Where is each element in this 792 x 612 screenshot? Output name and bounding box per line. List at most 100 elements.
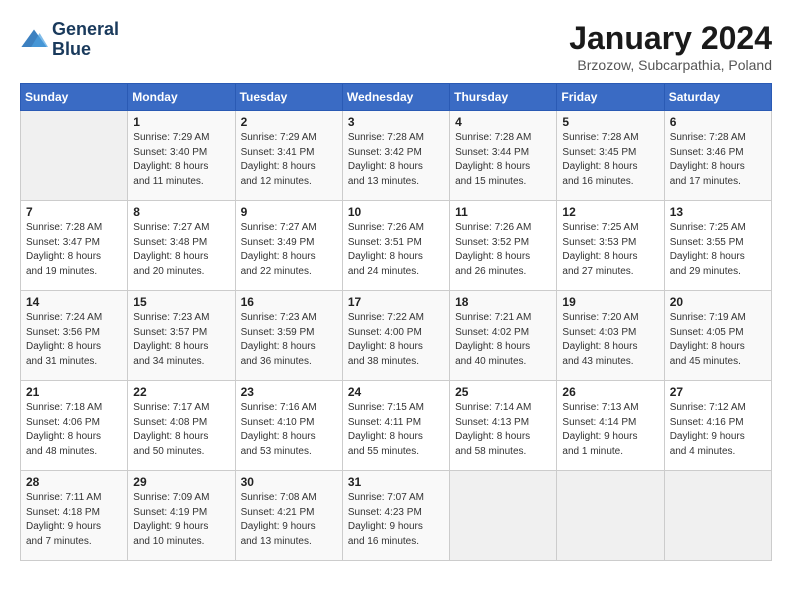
calendar-cell [21,111,128,201]
day-number: 22 [133,385,229,399]
calendar-cell: 28 Sunrise: 7:11 AMSunset: 4:18 PMDayligh… [21,471,128,561]
day-number: 20 [670,295,766,309]
day-info: Sunrise: 7:23 AMSunset: 3:57 PMDaylight:… [133,311,229,369]
calendar-cell [664,471,771,561]
calendar-cell: 6Sunrise: 7:28 AMSunset: 3:46 PMDaylight… [664,111,771,201]
calendar-cell: 22 Sunrise: 7:17 AMSunset: 4:08 PMDayligh… [128,381,235,471]
day-number: 24 [348,385,444,399]
day-info: Sunrise: 7:28 AMSunset: 3:46 PMDaylight:… [670,131,766,189]
calendar-cell [450,471,557,561]
day-number: 30 [241,475,337,489]
calendar-cell: 8Sunrise: 7:27 AMSunset: 3:48 PMDaylight… [128,201,235,291]
day-number: 28 [26,475,122,489]
calendar-cell: 4 Sunrise: 7:28 AMSunset: 3:44 PMDaylight… [450,111,557,201]
day-info: Sunrise: 7:15 AMSunset: 4:11 PMDaylight:… [348,401,444,459]
calendar-week-row: 28 Sunrise: 7:11 AMSunset: 4:18 PMDayligh… [21,471,772,561]
day-info: Sunrise: 7:12 AMSunset: 4:16 PMDaylight:… [670,401,766,459]
day-number: 11 [455,205,551,219]
weekday-header: Sunday [21,84,128,111]
day-info: Sunrise: 7:28 AMSunset: 3:47 PMDaylight:… [26,221,122,279]
weekday-header: Wednesday [342,84,449,111]
calendar-cell: 12 Sunrise: 7:25 AMSunset: 3:53 PMDayligh… [557,201,664,291]
day-info: Sunrise: 7:29 AMSunset: 3:40 PMDaylight:… [133,131,229,189]
weekday-header: Thursday [450,84,557,111]
day-info: Sunrise: 7:25 AMSunset: 3:55 PMDaylight:… [670,221,766,279]
day-info: Sunrise: 7:14 AMSunset: 4:13 PMDaylight:… [455,401,551,459]
day-info: Sunrise: 7:07 AMSunset: 4:23 PMDaylight:… [348,491,444,549]
day-info: Sunrise: 7:25 AMSunset: 3:53 PMDaylight:… [562,221,658,279]
month-title: January 2024 [569,20,772,57]
day-info: Sunrise: 7:16 AMSunset: 4:10 PMDaylight:… [241,401,337,459]
logo-line2: Blue [52,40,119,60]
calendar-cell: 7 Sunrise: 7:28 AMSunset: 3:47 PMDaylight… [21,201,128,291]
day-info: Sunrise: 7:18 AMSunset: 4:06 PMDaylight:… [26,401,122,459]
day-info: Sunrise: 7:27 AMSunset: 3:49 PMDaylight:… [241,221,337,279]
calendar-cell: 10Sunrise: 7:26 AMSunset: 3:51 PMDayligh… [342,201,449,291]
weekday-header: Friday [557,84,664,111]
calendar-cell: 17Sunrise: 7:22 AMSunset: 4:00 PMDayligh… [342,291,449,381]
logo-line1: General [52,20,119,40]
day-number: 16 [241,295,337,309]
day-info: Sunrise: 7:21 AMSunset: 4:02 PMDaylight:… [455,311,551,369]
day-number: 12 [562,205,658,219]
calendar-week-row: 14Sunrise: 7:24 AMSunset: 3:56 PMDayligh… [21,291,772,381]
day-number: 8 [133,205,229,219]
logo-text: General Blue [52,20,119,60]
day-number: 2 [241,115,337,129]
day-info: Sunrise: 7:29 AMSunset: 3:41 PMDaylight:… [241,131,337,189]
day-info: Sunrise: 7:24 AMSunset: 3:56 PMDaylight:… [26,311,122,369]
calendar-cell: 25 Sunrise: 7:14 AMSunset: 4:13 PMDayligh… [450,381,557,471]
day-number: 7 [26,205,122,219]
calendar-cell: 3Sunrise: 7:28 AMSunset: 3:42 PMDaylight… [342,111,449,201]
calendar-cell: 5 Sunrise: 7:28 AMSunset: 3:45 PMDaylight… [557,111,664,201]
location-subtitle: Brzozow, Subcarpathia, Poland [569,57,772,73]
day-number: 26 [562,385,658,399]
day-number: 3 [348,115,444,129]
calendar-cell: 1 Sunrise: 7:29 AMSunset: 3:40 PMDaylight… [128,111,235,201]
weekday-header: Saturday [664,84,771,111]
day-number: 29 [133,475,229,489]
calendar-cell: 11 Sunrise: 7:26 AMSunset: 3:52 PMDayligh… [450,201,557,291]
day-info: Sunrise: 7:11 AMSunset: 4:18 PMDaylight:… [26,491,122,549]
day-number: 4 [455,115,551,129]
day-number: 9 [241,205,337,219]
calendar-cell: 13Sunrise: 7:25 AMSunset: 3:55 PMDayligh… [664,201,771,291]
logo-icon [20,26,48,54]
day-number: 23 [241,385,337,399]
day-info: Sunrise: 7:28 AMSunset: 3:45 PMDaylight:… [562,131,658,189]
calendar-cell: 26Sunrise: 7:13 AMSunset: 4:14 PMDayligh… [557,381,664,471]
weekday-header: Monday [128,84,235,111]
day-number: 18 [455,295,551,309]
calendar-cell: 29 Sunrise: 7:09 AMSunset: 4:19 PMDayligh… [128,471,235,561]
calendar-cell: 27 Sunrise: 7:12 AMSunset: 4:16 PMDayligh… [664,381,771,471]
day-number: 19 [562,295,658,309]
calendar-cell: 21Sunrise: 7:18 AMSunset: 4:06 PMDayligh… [21,381,128,471]
calendar-cell: 31Sunrise: 7:07 AMSunset: 4:23 PMDayligh… [342,471,449,561]
day-info: Sunrise: 7:08 AMSunset: 4:21 PMDaylight:… [241,491,337,549]
day-number: 27 [670,385,766,399]
day-info: Sunrise: 7:26 AMSunset: 3:52 PMDaylight:… [455,221,551,279]
calendar-cell: 30 Sunrise: 7:08 AMSunset: 4:21 PMDayligh… [235,471,342,561]
calendar-cell: 14Sunrise: 7:24 AMSunset: 3:56 PMDayligh… [21,291,128,381]
title-section: January 2024 Brzozow, Subcarpathia, Pola… [569,20,772,73]
calendar-cell: 23 Sunrise: 7:16 AMSunset: 4:10 PMDayligh… [235,381,342,471]
day-number: 10 [348,205,444,219]
calendar-week-row: 21Sunrise: 7:18 AMSunset: 4:06 PMDayligh… [21,381,772,471]
day-info: Sunrise: 7:17 AMSunset: 4:08 PMDaylight:… [133,401,229,459]
day-number: 25 [455,385,551,399]
weekday-header-row: SundayMondayTuesdayWednesdayThursdayFrid… [21,84,772,111]
day-info: Sunrise: 7:28 AMSunset: 3:44 PMDaylight:… [455,131,551,189]
day-number: 1 [133,115,229,129]
day-number: 15 [133,295,229,309]
day-info: Sunrise: 7:23 AMSunset: 3:59 PMDaylight:… [241,311,337,369]
day-number: 5 [562,115,658,129]
logo: General Blue [20,20,119,60]
day-info: Sunrise: 7:09 AMSunset: 4:19 PMDaylight:… [133,491,229,549]
day-info: Sunrise: 7:22 AMSunset: 4:00 PMDaylight:… [348,311,444,369]
day-info: Sunrise: 7:19 AMSunset: 4:05 PMDaylight:… [670,311,766,369]
calendar-cell: 15 Sunrise: 7:23 AMSunset: 3:57 PMDayligh… [128,291,235,381]
calendar-cell: 2 Sunrise: 7:29 AMSunset: 3:41 PMDaylight… [235,111,342,201]
day-info: Sunrise: 7:20 AMSunset: 4:03 PMDaylight:… [562,311,658,369]
calendar-cell [557,471,664,561]
calendar-cell: 16 Sunrise: 7:23 AMSunset: 3:59 PMDayligh… [235,291,342,381]
